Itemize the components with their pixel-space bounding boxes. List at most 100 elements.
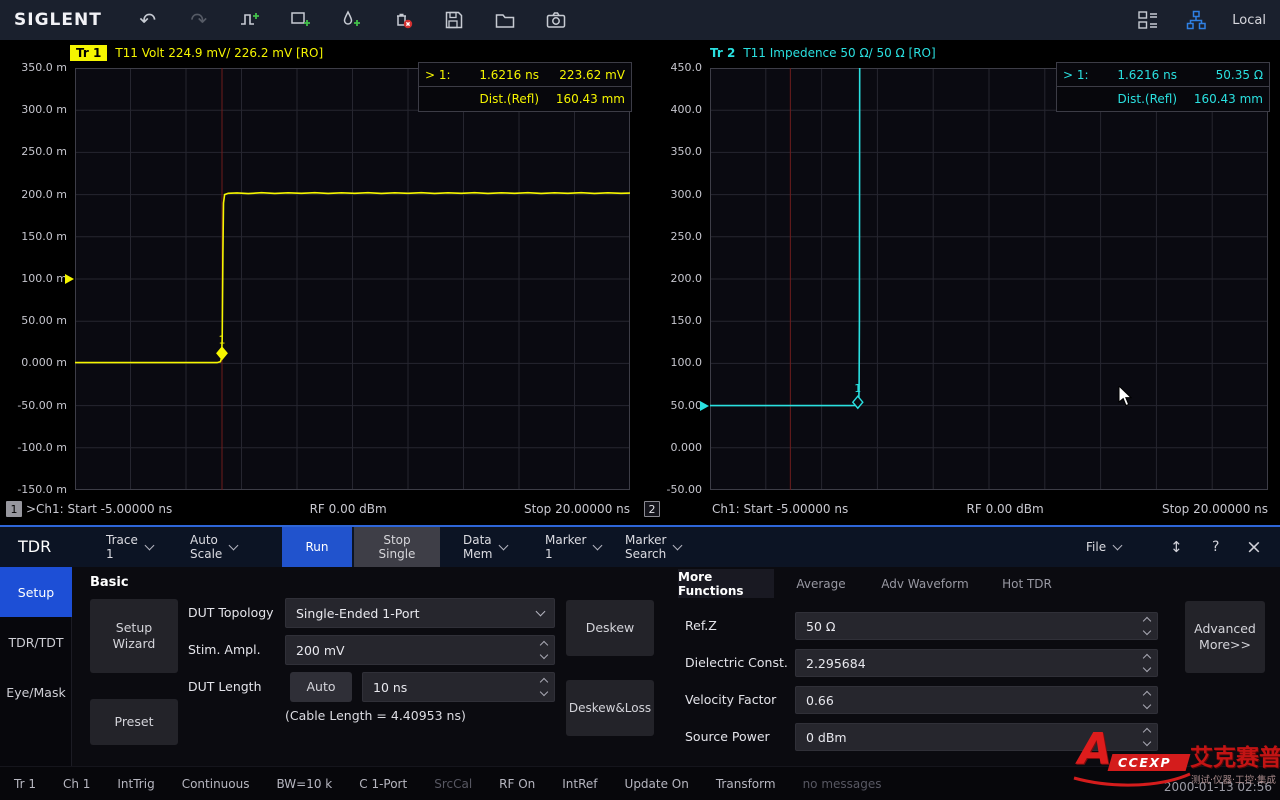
trace1-marker-readout: > 1: 1.6216 ns 223.62 mV Dist.(Refl) 160… <box>418 62 632 112</box>
y-axis-label: -50.00 <box>628 483 702 496</box>
logo-chinese-name: 艾克赛普 <box>1190 738 1280 772</box>
top-toolbar: SIGLENT ↶ ↷ <box>0 0 1280 40</box>
marker-number: > 1: <box>1063 68 1089 82</box>
tab-more-functions[interactable]: More Functions <box>678 569 774 598</box>
auto-button[interactable]: Auto <box>290 672 352 702</box>
trace1-chip[interactable]: Tr 1 <box>70 45 107 61</box>
spinner-arrows[interactable] <box>1144 655 1150 671</box>
menu-auto-scale[interactable]: AutoScale <box>190 527 237 567</box>
advanced-more-button[interactable]: AdvancedMore>> <box>1185 601 1265 673</box>
stim-ampl-stepper[interactable]: 200 mV <box>285 635 555 665</box>
local-button[interactable]: Local <box>1232 13 1266 28</box>
accexp-logo: A CCEXP 艾克赛普 测试·仪器·工控·集成 <box>1066 726 1278 798</box>
velocity-factor-stepper[interactable]: 0.66 <box>795 686 1158 714</box>
add-trace-icon[interactable] <box>238 8 262 32</box>
y-axis-label: 200.0 m <box>0 188 67 201</box>
redo-icon[interactable]: ↷ <box>187 8 211 32</box>
footer-start: Ch1: Start -5.00000 ns <box>712 502 848 516</box>
dut-length-stepper[interactable]: 10 ns <box>362 672 555 702</box>
sidebar-item-setup[interactable]: Setup <box>0 567 72 617</box>
save-icon[interactable] <box>442 8 466 32</box>
marker-value: 50.35 Ω <box>1177 68 1263 82</box>
sidebar: Setup TDR/TDT Eye/Mask <box>0 567 72 766</box>
logo-subtitle: 测试·仪器·工控·集成 <box>1191 772 1276 786</box>
dist-value: 160.43 mm <box>539 92 625 106</box>
screenshot-icon[interactable] <box>544 8 568 32</box>
toolbar-icon-group: ↶ ↷ <box>136 8 568 32</box>
chevron-down-icon <box>1113 540 1123 550</box>
menu-bar: TDR Trace1 AutoScale Run StopSingle Data… <box>0 525 1280 567</box>
y-axis-label: 0.000 <box>628 441 702 454</box>
trace2-header: Tr 2 T11 Impedence 50 Ω/ 50 Ω [RO] <box>710 46 936 60</box>
spinner-arrows[interactable] <box>1144 618 1150 634</box>
reference-level-pointer[interactable] <box>700 401 709 411</box>
footer-start: >Ch1: Start -5.00000 ns <box>26 502 172 516</box>
tab-adv-waveform[interactable]: Adv Waveform <box>872 569 978 598</box>
mouse-cursor <box>1118 386 1136 408</box>
help-icon[interactable]: ? <box>1212 527 1219 567</box>
spinner-arrows[interactable] <box>541 642 547 658</box>
y-axis-label: 100.0 m <box>0 272 67 285</box>
menu-marker[interactable]: Marker1 <box>545 527 601 567</box>
svg-text:1: 1 <box>854 382 861 395</box>
source-power-label: Source Power <box>685 722 770 752</box>
dut-topology-select[interactable]: Single-Ended 1-Port <box>285 598 555 628</box>
menu-marker-search[interactable]: MarkerSearch <box>625 527 681 567</box>
cable-length-note: (Cable Length = 4.40953 ns) <box>285 708 466 723</box>
status-item: Ch 1 <box>63 777 90 791</box>
footer-stop: Stop 20.00000 ns <box>1162 502 1268 516</box>
trace1-footer: >Ch1: Start -5.00000 ns RF 0.00 dBm Stop… <box>26 502 630 516</box>
menu-trace[interactable]: Trace1 <box>106 527 153 567</box>
dist-label: Dist.(Refl) <box>1089 92 1177 106</box>
y-axis-label: 150.0 <box>628 314 702 327</box>
open-file-icon[interactable] <box>493 8 517 32</box>
ref-z-stepper[interactable]: 50 Ω <box>795 612 1158 640</box>
run-button[interactable]: Run <box>282 527 352 567</box>
footer-rf: RF 0.00 dBm <box>967 502 1044 516</box>
undo-icon[interactable]: ↶ <box>136 8 160 32</box>
y-axis-label: 50.00 <box>628 399 702 412</box>
delete-icon[interactable] <box>391 8 415 32</box>
spinner-arrows[interactable] <box>541 679 547 695</box>
y-axis-label: 200.0 <box>628 272 702 285</box>
footer-rf: RF 0.00 dBm <box>310 502 387 516</box>
status-item: Continuous <box>182 777 250 791</box>
deskew-button[interactable]: Deskew <box>566 600 654 656</box>
y-axis-label: 250.0 <box>628 230 702 243</box>
spinner-arrows[interactable] <box>1144 692 1150 708</box>
y-axis-label: 450.0 <box>628 61 702 74</box>
dielectric-const-stepper[interactable]: 2.295684 <box>795 649 1158 677</box>
trace2-chip[interactable]: Tr 2 <box>710 46 735 60</box>
trace2-title: T11 Impedence 50 Ω/ 50 Ω [RO] <box>743 46 935 60</box>
window2-badge[interactable]: 2 <box>644 501 660 517</box>
preset-button[interactable]: Preset <box>90 699 178 745</box>
close-icon[interactable]: × <box>1246 527 1262 567</box>
new-window-icon[interactable] <box>289 8 313 32</box>
menu-file[interactable]: File <box>1086 527 1121 567</box>
setup-wizard-button[interactable]: SetupWizard <box>90 599 178 673</box>
deskew-loss-button[interactable]: Deskew&Loss <box>566 680 654 736</box>
tab-average[interactable]: Average <box>782 569 860 598</box>
stop-single-button[interactable]: StopSingle <box>354 527 440 567</box>
tab-hot-tdr[interactable]: Hot TDR <box>988 569 1066 598</box>
toolbar-right-group: Local <box>1136 8 1266 32</box>
resize-menu-icon[interactable]: ↕ <box>1170 527 1183 567</box>
dist-value: 160.43 mm <box>1177 92 1263 106</box>
display-settings-icon[interactable] <box>1136 8 1160 32</box>
network-status-icon[interactable] <box>1184 8 1208 32</box>
chevron-down-icon <box>229 540 239 550</box>
status-item: Tr 1 <box>14 777 36 791</box>
sidebar-item-tdr-tdt[interactable]: TDR/TDT <box>0 617 72 667</box>
reference-level-pointer[interactable] <box>65 274 74 284</box>
marker-number: > 1: <box>425 68 451 82</box>
sidebar-item-eye-mask[interactable]: Eye/Mask <box>0 667 72 717</box>
logo-ribbon: CCEXP <box>1108 754 1191 771</box>
menu-data-mem[interactable]: DataMem <box>463 527 507 567</box>
status-item: SrcCal <box>434 777 472 791</box>
screen: SIGLENT ↶ ↷ <box>0 0 1280 800</box>
add-marker-icon[interactable] <box>340 8 364 32</box>
marker-time: 1.6216 ns <box>1089 68 1177 82</box>
trace2-plot[interactable]: 1 <box>710 68 1268 490</box>
window1-badge[interactable]: 1 <box>6 501 22 517</box>
trace1-plot[interactable]: 1 <box>75 68 630 490</box>
